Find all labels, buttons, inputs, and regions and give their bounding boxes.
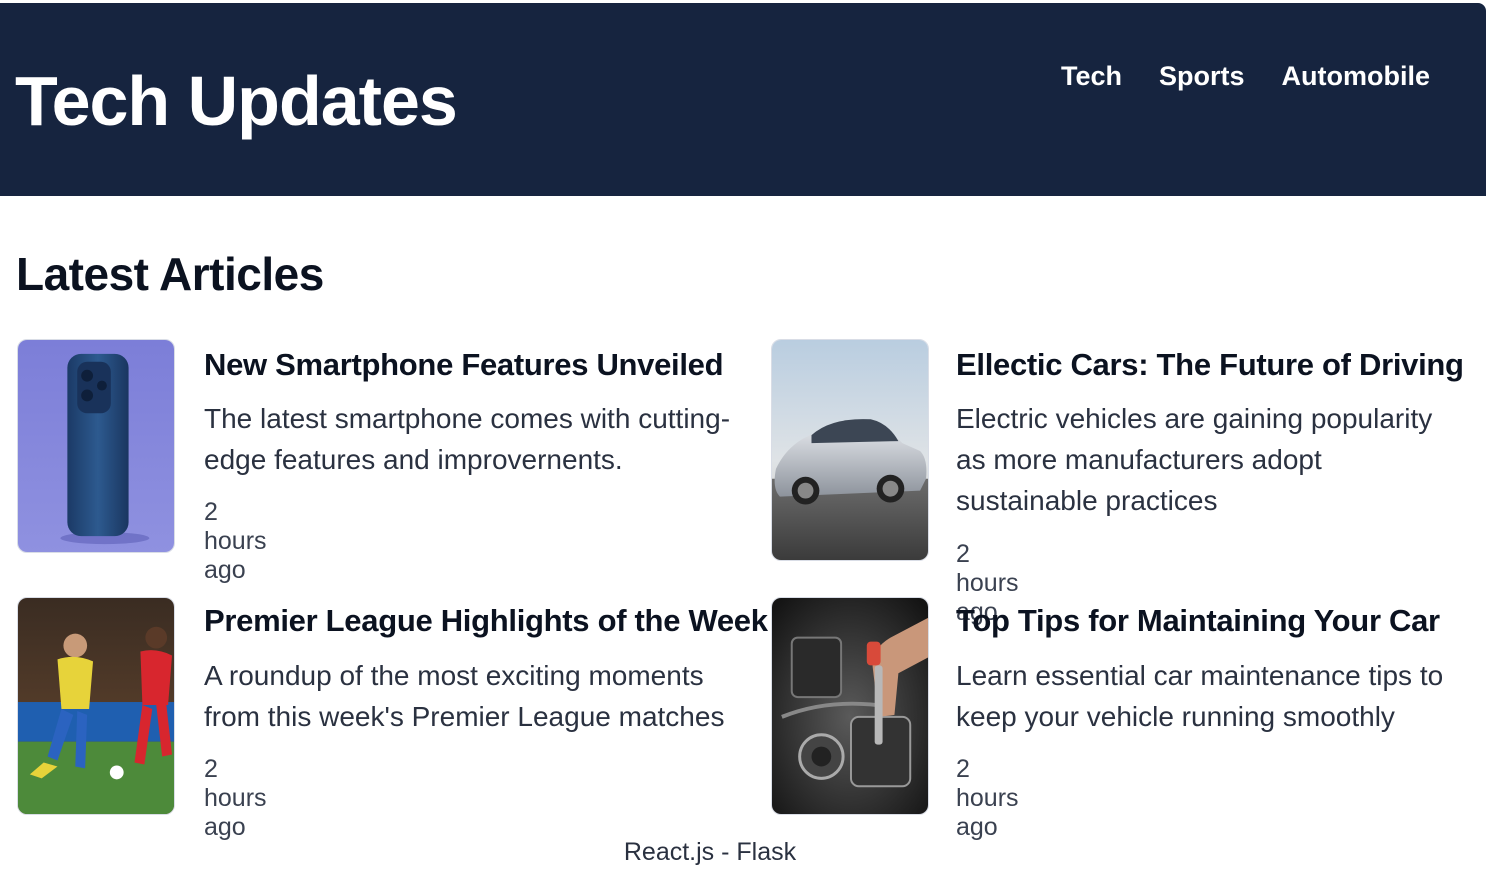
- car-engine-image[interactable]: [771, 597, 929, 815]
- article-title[interactable]: Premier League Highlights of the Week: [204, 603, 768, 639]
- article-time: 2 hours ago: [204, 498, 267, 584]
- article-title[interactable]: New Smartphone Features Unveiled: [204, 347, 724, 383]
- electric-car-image[interactable]: [771, 339, 929, 561]
- article-description: A roundup of the most exciting moments f…: [204, 660, 725, 732]
- site-title[interactable]: Tech Updates: [15, 61, 458, 141]
- article-description: The latest smartphone comes with cutting…: [204, 403, 731, 475]
- smartphone-image[interactable]: [17, 339, 175, 553]
- site-header: Tech Updates Tech Sports Automobile: [0, 3, 1486, 196]
- article-title[interactable]: Ellectic Cars: The Future of Driving: [956, 347, 1464, 383]
- article-title[interactable]: Top Tips for Maintaining Your Car: [956, 603, 1440, 639]
- section-title: Latest Articles: [16, 248, 324, 300]
- nav-link-tech[interactable]: Tech: [1061, 61, 1122, 92]
- site-footer: React.js - Flask: [623, 838, 797, 866]
- article-time: 2 hours ago: [204, 755, 267, 841]
- nav-link-sports[interactable]: Sports: [1159, 61, 1245, 92]
- article-description: Learn essential car maintenance tips to …: [956, 660, 1444, 732]
- article-description: Electric vehicles are gaining popularity…: [956, 403, 1433, 516]
- main-nav: Tech Sports Automobile: [1061, 61, 1430, 92]
- article-time: 2 hours ago: [956, 755, 1019, 841]
- football-players-image[interactable]: [17, 597, 175, 815]
- nav-link-automobile[interactable]: Automobile: [1282, 61, 1431, 92]
